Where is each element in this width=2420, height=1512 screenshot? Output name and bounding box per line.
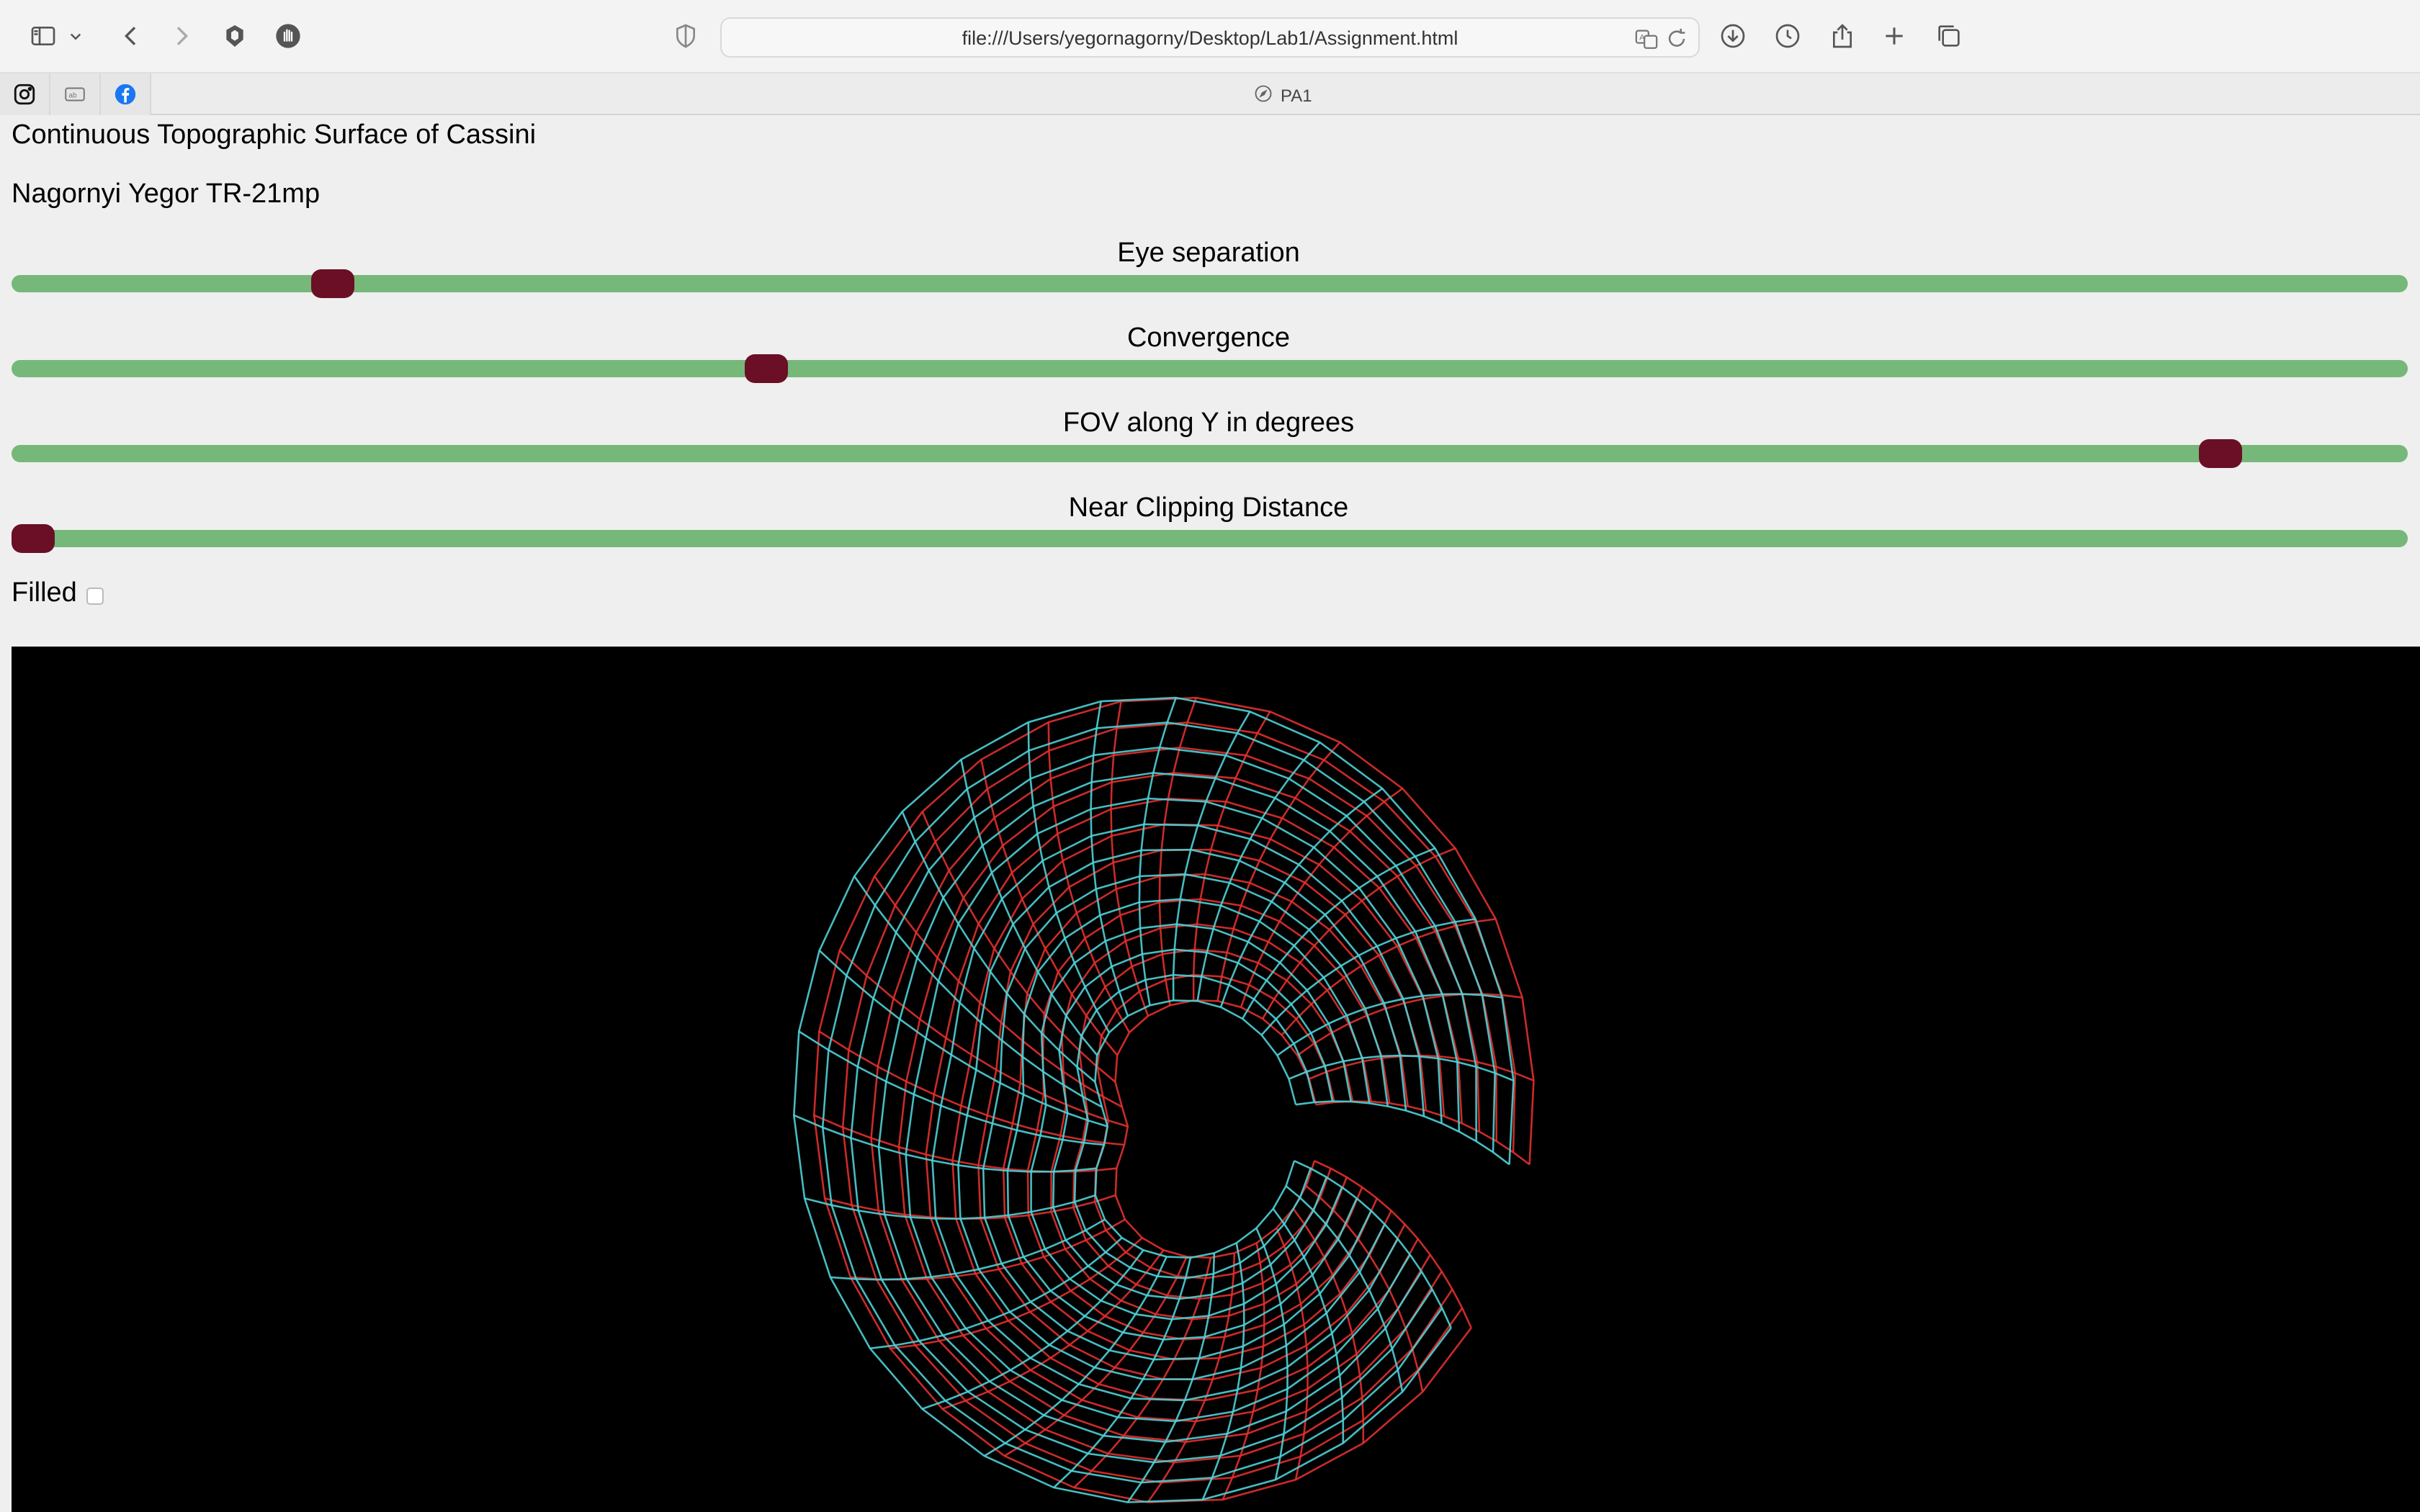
fov-slider[interactable]	[12, 439, 2408, 468]
filled-label: Filled	[12, 577, 77, 608]
translate-icon[interactable]: A	[1632, 24, 1661, 53]
extension-icon[interactable]	[218, 19, 252, 53]
page-title: Continuous Topographic Surface of Cassin…	[12, 120, 537, 150]
active-tab-title: PA1	[1281, 86, 1312, 106]
hand-icon[interactable]	[271, 19, 305, 53]
near-clipping-slider[interactable]	[12, 524, 2408, 553]
wire-spoke	[1053, 1257, 1192, 1488]
wire-ring	[1006, 898, 1371, 1341]
compass-icon	[1253, 84, 1273, 109]
wire-ring	[957, 848, 1407, 1381]
wire-spoke	[1314, 1160, 1472, 1328]
wire-ring	[1114, 999, 1317, 1259]
wire-spoke	[1241, 847, 1435, 1020]
wire-spoke	[824, 1194, 1116, 1220]
wire-ring	[821, 721, 1496, 1484]
download-icon[interactable]	[1716, 19, 1750, 53]
eye-separation-slider[interactable]	[12, 269, 2408, 298]
slider-thumb[interactable]	[12, 524, 55, 553]
wire-spoke	[1295, 1100, 1510, 1166]
reload-icon[interactable]	[1662, 24, 1691, 53]
wire-spoke	[793, 1114, 1097, 1173]
wire-spoke	[1027, 722, 1111, 1033]
sidebar-icon[interactable]	[26, 19, 60, 53]
wire-ring	[841, 721, 1516, 1484]
tab-overview-icon[interactable]	[1932, 19, 1966, 53]
anaglyph-surface	[792, 696, 1535, 1503]
share-icon[interactable]	[1825, 19, 1860, 53]
instagram-icon[interactable]	[0, 73, 50, 115]
left-eye-wireframe	[812, 696, 1535, 1503]
back-icon[interactable]	[114, 19, 148, 53]
slider-thumb[interactable]	[2199, 439, 2243, 468]
translate-icon[interactable]: ab	[50, 73, 101, 115]
author-line: Nagornyi Yegor TR-21mp	[12, 179, 321, 209]
active-tab[interactable]: PA1	[1253, 84, 1312, 109]
fov-label: FOV along Y in degrees	[1062, 408, 1355, 438]
near-clipping-label: Near Clipping Distance	[1068, 492, 1349, 523]
wire-spoke	[1073, 1257, 1212, 1488]
svg-text:ab: ab	[69, 91, 78, 99]
convergence-label: Convergence	[1126, 323, 1291, 353]
convergence-slider[interactable]	[12, 354, 2408, 383]
address-bar[interactable]: file:///Users/yegornagorny/Desktop/Lab1/…	[720, 17, 1700, 58]
slider-thumb[interactable]	[310, 269, 354, 298]
tab-strip: ab PA1	[0, 72, 2420, 115]
wire-ring	[925, 797, 1463, 1423]
page-content: Continuous Topographic Surface of Cassin…	[0, 115, 2420, 1512]
url-text: file:///Users/yegornagorny/Desktop/Lab1/…	[962, 27, 1458, 49]
filled-checkbox[interactable]	[86, 588, 104, 605]
forward-icon[interactable]	[164, 19, 199, 53]
facebook-icon[interactable]	[101, 73, 151, 115]
wire-ring	[977, 848, 1428, 1381]
webgl-canvas[interactable]	[12, 647, 2420, 1512]
shield-icon[interactable]	[668, 19, 703, 53]
history-icon[interactable]	[1770, 19, 1805, 53]
slider-thumb[interactable]	[745, 354, 788, 383]
new-tab-icon[interactable]	[1877, 19, 1912, 53]
eye-separation-label: Eye separation	[1117, 238, 1300, 268]
chevron-down-icon[interactable]	[65, 19, 86, 53]
browser-toolbar: file:///Users/yegornagorny/Desktop/Lab1/…	[0, 0, 2420, 72]
